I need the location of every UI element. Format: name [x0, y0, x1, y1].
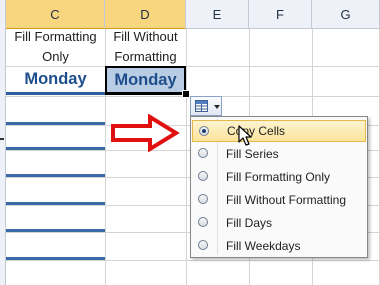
cell-c-monday[interactable]: Monday: [6, 66, 105, 95]
radio-icon[interactable]: [198, 194, 208, 204]
menu-item-fill-series[interactable]: Fill Series: [192, 143, 366, 165]
cell-c-header-line2: Only: [42, 49, 69, 64]
edge-mark: [0, 138, 4, 140]
dropdown-arrow-icon: [214, 105, 220, 109]
gridline: [6, 260, 380, 261]
column-header-c[interactable]: C: [6, 0, 105, 29]
cell-border-line: [6, 229, 105, 232]
menu-item-label: Fill Formatting Only: [226, 170, 331, 184]
menu-item-fill-without-formatting[interactable]: Fill Without Formatting: [192, 189, 366, 211]
menu-item-copy-cells[interactable]: Copy Cells: [192, 120, 366, 142]
fill-handle[interactable]: [182, 90, 190, 98]
cell-d-monday[interactable]: Monday: [105, 66, 186, 95]
cell-c-header[interactable]: Fill Formatting Only: [6, 27, 105, 67]
menu-item-label: Fill Weekdays: [226, 239, 301, 253]
auto-fill-options-button[interactable]: [190, 96, 222, 116]
menu-item-fill-weekdays[interactable]: Fill Weekdays: [192, 235, 366, 257]
red-arrow-icon: [111, 114, 180, 152]
auto-fill-options-menu: Copy Cells Fill Series Fill Formatting O…: [190, 116, 368, 258]
column-header-d[interactable]: D: [105, 0, 186, 29]
menu-item-label: Fill Without Formatting: [226, 193, 347, 207]
radio-icon[interactable]: [198, 240, 208, 250]
radio-icon[interactable]: [198, 148, 208, 158]
cell-border-line: [6, 202, 105, 205]
cell-border-line: [6, 147, 105, 150]
autofill-options-icon: [195, 100, 208, 112]
cell-d-header[interactable]: Fill Without Formatting: [105, 27, 186, 67]
cell-c-header-line1: Fill Formatting: [14, 29, 97, 44]
radio-icon[interactable]: [198, 217, 208, 227]
cell-border-line: [6, 257, 105, 260]
column-header-f[interactable]: F: [249, 0, 312, 29]
menu-item-fill-formatting-only[interactable]: Fill Formatting Only: [192, 166, 366, 188]
menu-item-fill-days[interactable]: Fill Days: [192, 212, 366, 234]
menu-item-label: Copy Cells: [227, 124, 286, 138]
cell-border-line: [6, 174, 105, 177]
cell-border-line: [6, 122, 105, 125]
gridline: [186, 29, 187, 285]
cell-d-header-line1: Fill Without: [113, 29, 178, 44]
radio-icon[interactable]: [198, 171, 208, 181]
menu-item-label: Fill Series: [226, 147, 279, 161]
radio-selected-icon[interactable]: [199, 126, 209, 136]
column-header-e[interactable]: E: [186, 0, 249, 29]
cell-d-header-line2: Formatting: [114, 49, 177, 64]
menu-item-label: Fill Days: [226, 216, 273, 230]
mouse-pointer-icon: [238, 125, 252, 146]
column-header-g[interactable]: G: [312, 0, 380, 29]
